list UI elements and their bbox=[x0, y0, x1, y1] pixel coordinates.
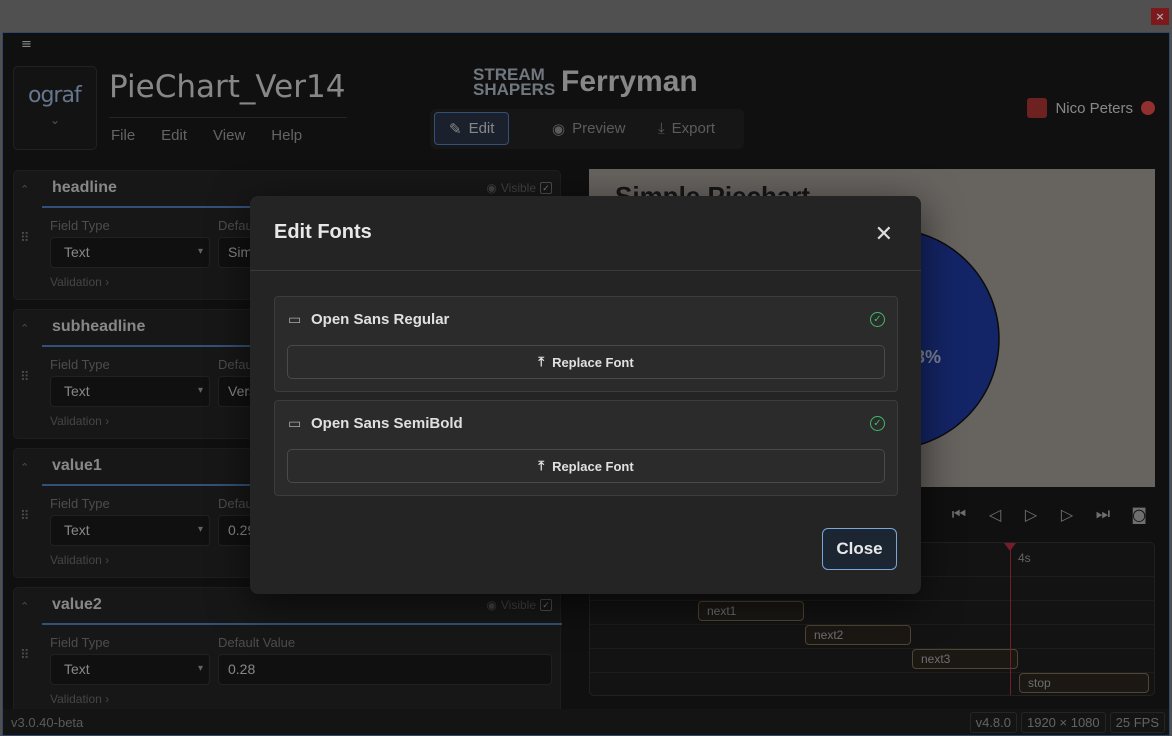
close-icon[interactable]: ✕ bbox=[875, 222, 893, 247]
replace-font-label: Replace Font bbox=[552, 354, 634, 370]
font-item: ▭ Open Sans SemiBold ✓ ⤒ Replace Font bbox=[274, 400, 898, 496]
dialog-header: Edit Fonts ✕ bbox=[250, 196, 921, 271]
dialog-title: Edit Fonts bbox=[274, 221, 372, 243]
upload-icon: ⤒ bbox=[538, 354, 545, 369]
check-circle-icon: ✓ bbox=[870, 416, 885, 431]
check-circle-icon: ✓ bbox=[870, 312, 885, 327]
font-name: Open Sans Regular bbox=[311, 311, 450, 328]
font-item: ▭ Open Sans Regular ✓ ⤒ Replace Font bbox=[274, 296, 898, 392]
replace-font-label: Replace Font bbox=[552, 458, 634, 474]
close-button[interactable]: Close bbox=[822, 528, 897, 570]
upload-icon: ⤒ bbox=[538, 458, 545, 473]
font-name: Open Sans SemiBold bbox=[311, 415, 463, 432]
replace-font-button[interactable]: ⤒ Replace Font bbox=[287, 449, 885, 483]
file-icon: ▭ bbox=[288, 416, 302, 432]
edit-fonts-dialog: Edit Fonts ✕ ▭ Open Sans Regular ✓ ⤒ Rep… bbox=[250, 196, 921, 594]
file-icon: ▭ bbox=[288, 312, 302, 328]
replace-font-button[interactable]: ⤒ Replace Font bbox=[287, 345, 885, 379]
